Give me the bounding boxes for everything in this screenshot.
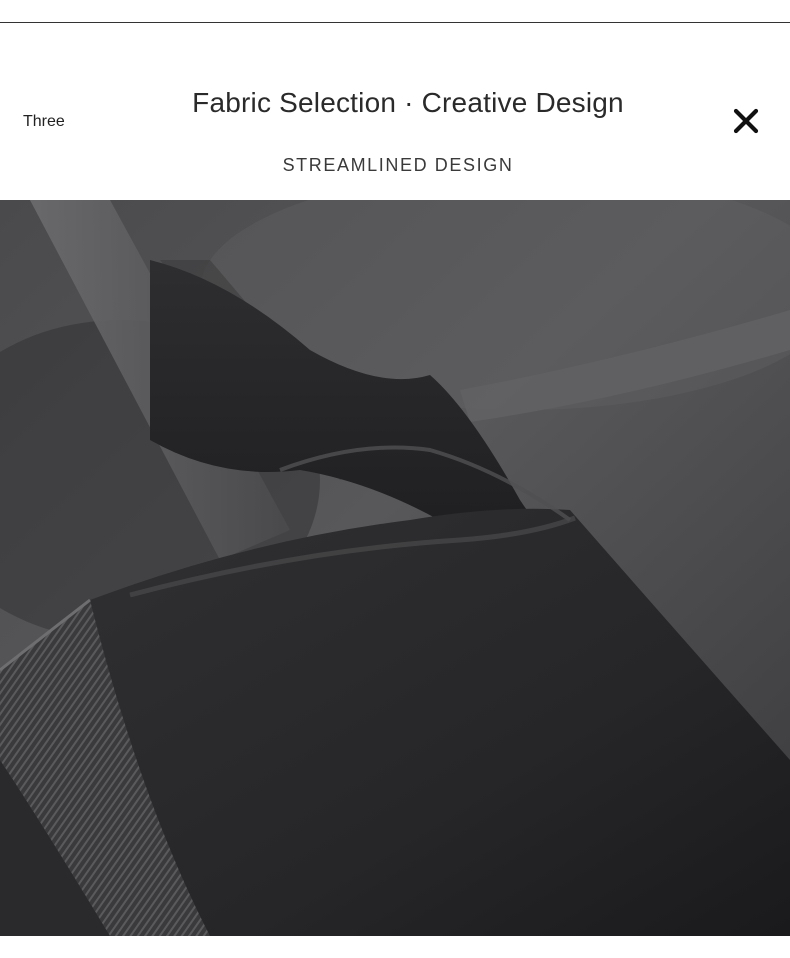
close-button[interactable] (729, 104, 763, 138)
close-icon (733, 108, 759, 134)
fabric-illustration (0, 200, 790, 936)
product-detail-page: Three Fabric Selection · Creative Design… (0, 0, 790, 958)
fabric-photo (0, 200, 790, 936)
bottom-spacer (0, 936, 790, 958)
section-subtitle: STREAMLINED DESIGN (282, 155, 514, 175)
top-divider (0, 22, 790, 23)
section-title: Fabric Selection · Creative Design (192, 87, 624, 118)
